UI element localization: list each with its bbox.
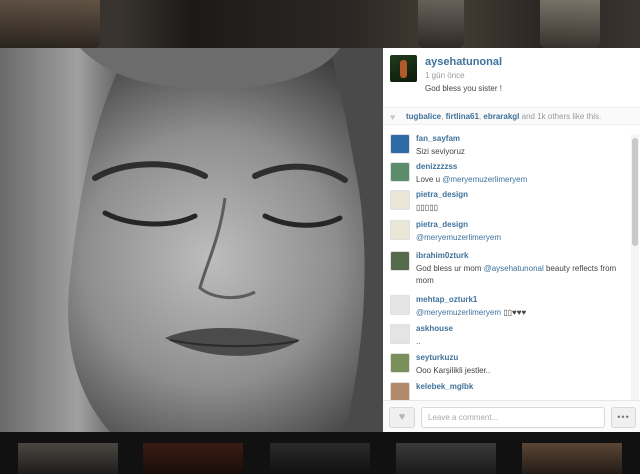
comment-item: pietra_design ▯▯▯▯▯ [383,190,630,218]
strip-thumbnail[interactable] [522,443,622,474]
commenter-username[interactable]: pietra_design [416,220,468,229]
heart-icon: ♥ [398,411,406,423]
strip-thumbnail[interactable] [18,443,118,474]
strip-thumbnail[interactable] [396,443,496,474]
like-button[interactable]: ♥ [389,407,415,428]
commenter-username[interactable]: fan_sayfam [416,134,460,143]
face-photo-image [0,48,383,432]
thumbnail-strip [0,432,640,474]
comment-item: askhouse.. [383,324,630,352]
owner-avatar[interactable] [390,55,417,82]
comment-text: Ooo Karşilikli jestler.. [416,365,626,377]
commenter-avatar[interactable] [390,251,410,271]
strip-thumbnail[interactable] [143,443,243,474]
ellipsis-icon: ••• [617,412,630,422]
comment-text-segment: Sizi seviyoruz [416,147,465,156]
strip-thumbnail[interactable] [270,443,370,474]
comment-item: seyturkuzu Ooo Karşilikli jestler.. [383,353,630,381]
post-caption: God bless you sister ! [425,84,502,93]
background-thumbnail [418,0,464,48]
commenter-avatar[interactable] [390,162,410,182]
background-feed [0,0,640,48]
commenter-username[interactable]: kelebek_mglbk [416,382,473,391]
commenter-username[interactable]: denizzzzss [416,162,457,171]
commenter-avatar[interactable] [390,134,410,154]
comment-text: .. [416,336,626,348]
commenter-username[interactable]: seyturkuzu [416,353,458,362]
comment-item: pietra_design @meryemuzerlimeryem [383,220,630,248]
comment-text: God bless ur mom @aysehatunonal beauty r… [416,263,626,287]
commenter-username[interactable]: ibrahim0zturk [416,251,468,260]
commenter-avatar[interactable] [390,382,410,400]
comment-item: ibrahim0zturk God bless ur mom @aysehatun… [383,251,630,285]
mention-link[interactable]: @meryemuzerlimeryem [416,233,501,242]
comment-text: Sizi seviyoruz [416,146,626,158]
comment-item: fan_sayfam Sizi seviyoruz [383,134,630,162]
likes-others-text: and 1k others like this. [519,112,602,121]
mention-link[interactable]: @aysehatunonal [484,264,544,273]
comment-item: mehtap_ozturk1 @meryemuzerlimeryem ▯▯♥♥♥ [383,295,630,323]
commenter-username[interactable]: askhouse [416,324,453,333]
comment-item: kelebek_mglbk [383,382,630,400]
commenter-avatar[interactable] [390,295,410,315]
post-timestamp: 1 gün önce [425,71,465,80]
comment-text-segment: ▯▯♥♥♥ [501,308,527,317]
commenter-avatar[interactable] [390,220,410,240]
post-header: aysehatunonal 1 gün önce God bless you s… [383,48,640,101]
commenter-username[interactable]: mehtap_ozturk1 [416,295,477,304]
post-details-panel: aysehatunonal 1 gün önce God bless you s… [383,48,640,432]
comment-text-segment: Ooo Karşilikli jestler.. [416,366,491,375]
more-options-button[interactable]: ••• [611,407,636,428]
comment-text-segment: God bless ur mom [416,264,484,273]
background-thumbnail [0,0,100,48]
likes-summary: tugbalice, firtlina61, ebrarakgl and 1k … [406,112,601,121]
comments-list[interactable]: fan_sayfam Sizi seviyoruz denizzzzss Love u… [383,134,630,400]
heart-icon: ♥ [390,112,396,122]
scrollbar-thumb[interactable] [632,138,638,246]
owner-username[interactable]: aysehatunonal [425,56,502,68]
comment-item: denizzzzss Love u @meryemuzerlimeryem [383,162,630,190]
comment-text: Love u @meryemuzerlimeryem [416,174,626,186]
comment-input[interactable] [421,407,605,428]
mention-link[interactable]: @meryemuzerlimeryem [442,175,527,184]
commenter-avatar[interactable] [390,190,410,210]
comment-footer: ♥ ••• [383,400,640,432]
comment-text-segment: ▯▯▯▯▯ [416,203,439,212]
liker-link[interactable]: ebrarakgl [483,112,519,121]
comments-scrollbar[interactable] [631,134,639,400]
liker-link[interactable]: firtlina61 [446,112,479,121]
liker-link[interactable]: tugbalice [406,112,441,121]
comment-text: @meryemuzerlimeryem ▯▯♥♥♥ [416,307,626,319]
comment-text: ▯▯▯▯▯ [416,202,626,214]
commenter-username[interactable]: pietra_design [416,190,468,199]
post-photo[interactable] [0,48,383,432]
lightbox-stage: aysehatunonal 1 gün önce God bless you s… [0,0,640,474]
background-thumbnail [540,0,600,48]
commenter-avatar[interactable] [390,353,410,373]
comment-text-segment: .. [416,337,421,346]
commenter-avatar[interactable] [390,324,410,344]
comment-text-segment: Love u [416,175,443,184]
comment-text: @meryemuzerlimeryem [416,232,626,244]
likes-bar: ♥ tugbalice, firtlina61, ebrarakgl and 1… [383,107,640,125]
mention-link[interactable]: @meryemuzerlimeryem [416,308,501,317]
